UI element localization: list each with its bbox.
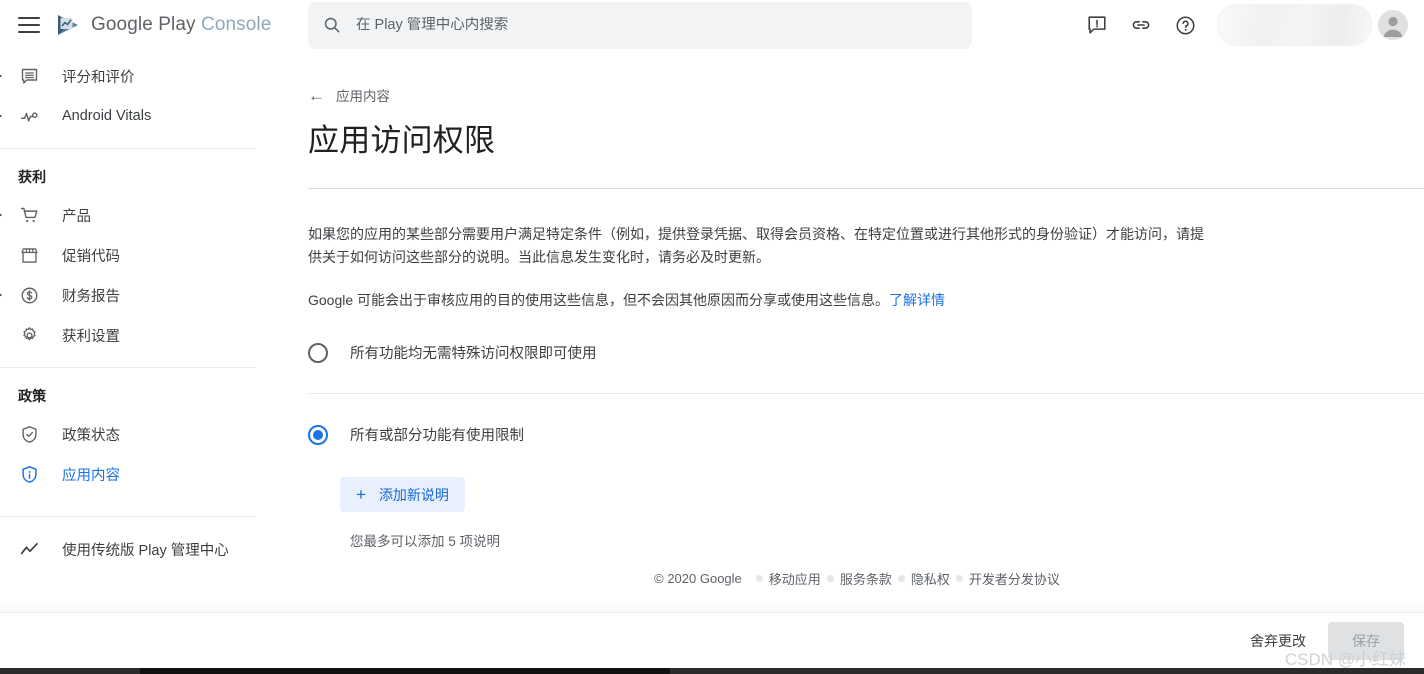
learn-more-link[interactable]: 了解详情 xyxy=(889,292,945,308)
page-title: 应用访问权限 xyxy=(308,115,1424,160)
sidebar-item-label: 财务报告 xyxy=(62,285,120,306)
breadcrumb-label: 应用内容 xyxy=(336,85,390,105)
brand-name-primary: Google Play xyxy=(91,14,196,35)
brand-name-secondary: Console xyxy=(201,14,271,35)
dollar-circle-icon xyxy=(18,284,40,306)
footer-bullet xyxy=(956,575,963,582)
avatar[interactable] xyxy=(1378,10,1408,40)
gear-icon xyxy=(18,324,40,346)
search-box[interactable] xyxy=(308,2,972,49)
options-divider xyxy=(308,393,1424,394)
footer-link-mobile-apps[interactable]: 移动应用 xyxy=(769,569,821,588)
sidebar-item-label: Android Vitals xyxy=(62,108,151,124)
ratings-reviews-icon xyxy=(18,65,40,87)
shield-check-icon xyxy=(18,423,40,445)
radio-button[interactable] xyxy=(308,343,328,363)
chevron-right-icon xyxy=(0,72,2,80)
radio-button[interactable] xyxy=(308,425,328,445)
search-icon xyxy=(322,15,342,35)
help-circle-icon[interactable] xyxy=(1163,3,1207,47)
main-content: ← 应用内容 应用访问权限 如果您的应用的某些部分需要用户满足特定条件（例如，提… xyxy=(290,50,1424,601)
sidebar-item-label: 应用内容 xyxy=(62,464,120,485)
page-bottom-shade xyxy=(0,601,1424,612)
footer-link-developer-agreement[interactable]: 开发者分发协议 xyxy=(969,569,1060,588)
chevron-right-icon xyxy=(0,112,2,120)
back-arrow-icon: ← xyxy=(308,87,325,104)
search-container xyxy=(308,0,972,50)
add-instruction-button[interactable]: + 添加新说明 xyxy=(340,477,465,512)
topbar-actions xyxy=(1075,0,1408,50)
sidebar-item-label: 促销代码 xyxy=(62,245,120,266)
brand-text: Google Play Console xyxy=(91,14,271,36)
vitals-pulse-icon xyxy=(18,105,40,127)
sidebar-group-title-monetize: 获利 xyxy=(0,149,290,195)
radio-option-restricted[interactable]: 所有或部分功能有使用限制 xyxy=(308,424,1424,445)
sidebar-item-financial-reports[interactable]: 财务报告 xyxy=(0,275,290,315)
feedback-icon[interactable] xyxy=(1075,3,1119,47)
store-icon xyxy=(18,244,40,266)
play-console-page: Google Play Console xyxy=(0,0,1424,674)
sidebar-item-promo-codes[interactable]: 促销代码 xyxy=(0,235,290,275)
sidebar-item-legacy-console[interactable]: 使用传统版 Play 管理中心 xyxy=(0,529,290,569)
browser-bottom-edge-segment xyxy=(140,668,670,674)
footer-bullet xyxy=(898,575,905,582)
shopping-cart-icon xyxy=(18,204,40,226)
link-icon[interactable] xyxy=(1119,3,1163,47)
sidebar-item-android-vitals[interactable]: Android Vitals xyxy=(0,96,290,136)
radio-option-label: 所有功能均无需特殊访问权限即可使用 xyxy=(350,342,597,363)
account-chip[interactable] xyxy=(1217,4,1372,46)
sidebar: 评分和评价 Android Vitals 获利 xyxy=(0,50,290,601)
sidebar-item-label: 政策状态 xyxy=(62,424,120,445)
description-paragraph-2: Google 可能会出于审核应用的目的使用这些信息，但不会因其他原因而分享或使用… xyxy=(308,289,1213,312)
description-paragraph-2-text: Google 可能会出于审核应用的目的使用这些信息，但不会因其他原因而分享或使用… xyxy=(308,292,889,308)
chevron-right-icon xyxy=(0,211,2,219)
add-instruction-label: 添加新说明 xyxy=(379,485,449,505)
sidebar-item-products[interactable]: 产品 xyxy=(0,195,290,235)
sidebar-item-policy-status[interactable]: 政策状态 xyxy=(0,414,290,454)
description-paragraph-1: 如果您的应用的某些部分需要用户满足特定条件（例如，提供登录凭据、取得会员资格、在… xyxy=(308,223,1213,269)
footer-bullet xyxy=(827,575,834,582)
save-button[interactable]: 保存 xyxy=(1328,622,1404,660)
browser-bottom-edge xyxy=(0,668,1424,674)
discard-changes-button[interactable]: 舍弃更改 xyxy=(1236,623,1320,659)
page-footer: © 2020 Google 移动应用 服务条款 隐私权 开发者分发协议 xyxy=(290,555,1424,601)
play-chart-logo-icon xyxy=(56,13,82,37)
shield-info-icon xyxy=(18,463,40,485)
radio-option-label: 所有或部分功能有使用限制 xyxy=(350,424,524,445)
search-input[interactable] xyxy=(356,17,958,33)
sidebar-item-monetization-setup[interactable]: 获利设置 xyxy=(0,315,290,355)
hamburger-menu-icon[interactable] xyxy=(18,13,42,37)
sidebar-item-label: 评分和评价 xyxy=(62,66,135,87)
radio-option-no-restrictions[interactable]: 所有功能均无需特殊访问权限即可使用 xyxy=(308,342,1424,363)
chevron-right-icon xyxy=(0,291,2,299)
sidebar-divider xyxy=(0,516,256,517)
sidebar-item-ratings[interactable]: 评分和评价 xyxy=(0,56,290,96)
footer-bullet xyxy=(756,575,763,582)
user-avatar-icon xyxy=(1378,10,1408,40)
sidebar-item-label: 使用传统版 Play 管理中心 xyxy=(62,539,229,560)
brand-logo[interactable]: Google Play Console xyxy=(56,13,271,37)
title-divider xyxy=(308,188,1424,189)
footer-copyright: © 2020 Google xyxy=(654,571,742,586)
bottom-action-bar: 舍弃更改 保存 xyxy=(0,612,1424,668)
sidebar-item-label: 产品 xyxy=(62,205,91,226)
sidebar-group-title-policy: 政策 xyxy=(0,368,290,414)
sidebar-item-app-content[interactable]: 应用内容 xyxy=(0,454,290,494)
top-app-bar: Google Play Console xyxy=(0,0,1424,50)
plus-icon: + xyxy=(356,486,366,503)
footer-link-terms[interactable]: 服务条款 xyxy=(840,569,892,588)
footer-link-privacy[interactable]: 隐私权 xyxy=(911,569,950,588)
max-instructions-help-text: 您最多可以添加 5 项说明 xyxy=(350,530,1424,550)
trendline-icon xyxy=(18,538,40,560)
breadcrumb[interactable]: ← 应用内容 xyxy=(308,85,390,105)
sidebar-item-label: 获利设置 xyxy=(62,325,120,346)
